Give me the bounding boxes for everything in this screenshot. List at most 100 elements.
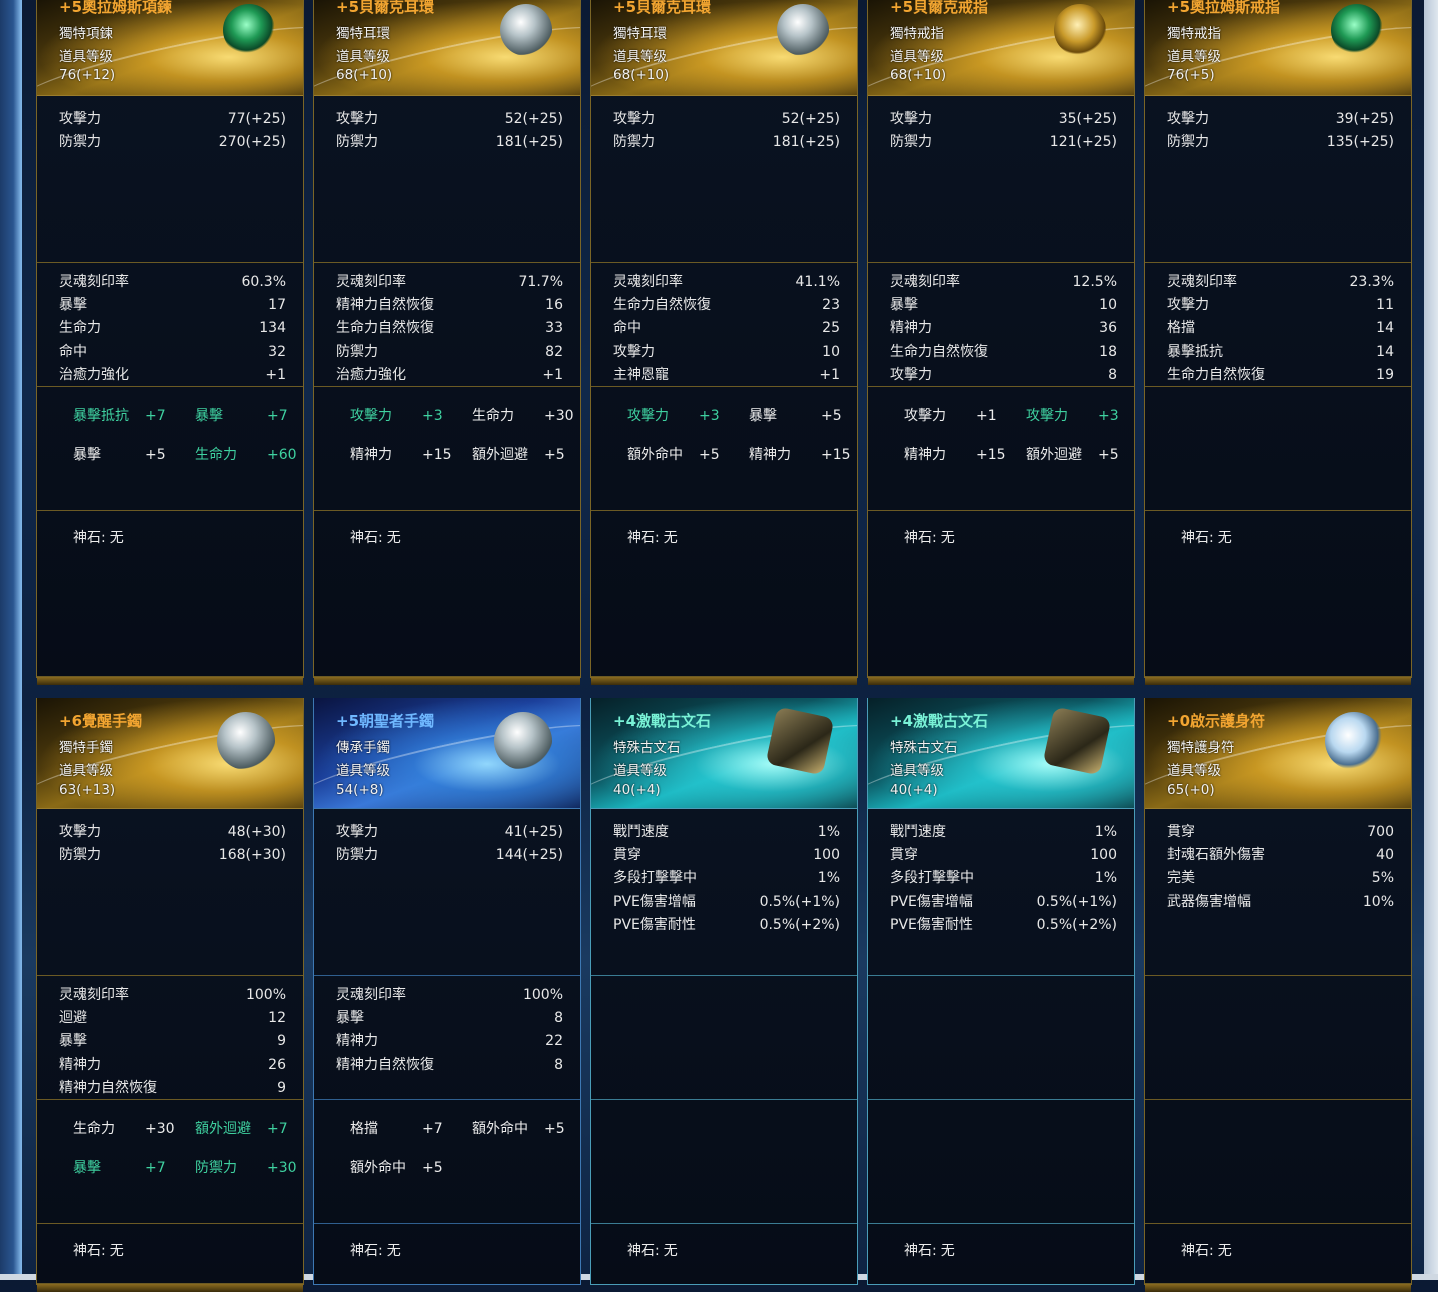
stat-value: 181(+25) <box>495 134 563 151</box>
stat-value: 10% <box>1362 893 1394 910</box>
enchant-row: 暴擊 +5 生命力 +60 <box>73 443 297 482</box>
soul-stat-row: 精神力 22 <box>336 1030 563 1053</box>
item-level-label: 道具等级 <box>1167 49 1221 65</box>
enchant-section <box>1145 1100 1411 1224</box>
enchant-row: 攻擊力 +3 生命力 +30 <box>350 404 574 443</box>
earring-icon[interactable] <box>777 4 829 56</box>
equipment-card[interactable]: +5奧拉姆斯戒指 獨特戒指 道具等级 76(+5) 攻擊力 39(+25) 防禦力 135(+… <box>1144 0 1412 685</box>
item-level-label: 道具等级 <box>336 763 390 779</box>
equipment-card[interactable]: +5貝爾克戒指 獨特戒指 道具等级 68(+10) 攻擊力 35(+25) 防禦力 121(+… <box>867 0 1135 685</box>
ring-icon[interactable] <box>1054 4 1106 56</box>
stat-name: 多段打擊擊中 <box>613 870 697 887</box>
equipment-card[interactable]: +5貝爾克耳環 獨特耳環 道具等级 68(+10) 攻擊力 52(+25) 防禦力 181(+… <box>590 0 858 685</box>
stat-name: 防禦力 <box>336 847 378 864</box>
soul-imprint-section: 灵魂刻印率 12.5% 暴擊 10 精神力 36 生命力自然恢復 18 攻擊力 8 <box>868 263 1134 387</box>
item-title: +4激戰古文石 <box>613 712 712 730</box>
enchant-value: +15 <box>422 447 452 463</box>
enchant-name: 額外迴避 <box>472 447 528 463</box>
stat-row: PVE傷害耐性 0.5%(+2%) <box>890 914 1117 937</box>
card-bottom-bar <box>868 677 1134 685</box>
item-level: 68(+10) <box>890 67 947 83</box>
soul-stat-row: 攻擊力 11 <box>1167 294 1394 317</box>
enchant-name: 暴擊抵抗 <box>73 408 129 424</box>
rune-icon[interactable] <box>765 706 835 776</box>
god-stone-section: 神石: 无 <box>314 511 580 677</box>
soul-stat-name: 防禦力 <box>336 343 378 360</box>
soul-stat-value: 9 <box>277 1079 286 1096</box>
stat-name: 武器傷害增幅 <box>1167 893 1251 910</box>
god-stone-value: 无 <box>109 530 124 546</box>
enchant-name: 攻擊力 <box>904 408 946 424</box>
god-stone-value: 无 <box>386 530 401 546</box>
soul-stat-name: 迴避 <box>59 1010 87 1027</box>
enchant-value: +5 <box>544 1121 565 1137</box>
equipment-card[interactable]: +6覺醒手鐲 獨特手鐲 道具等级 63(+13) 攻擊力 48(+30) 防禦力 168(+3… <box>36 698 304 1292</box>
stat-value: 168(+30) <box>218 847 286 864</box>
stat-name: 多段打擊擊中 <box>890 870 974 887</box>
stat-row: 防禦力 181(+25) <box>336 131 563 154</box>
equipment-card[interactable]: +4激戰古文石 特殊古文石 道具等级 40(+4) 戰鬥速度 1% 貫穿 100 多段打擊擊中 1… <box>590 698 858 1285</box>
enchant-name: 攻擊力 <box>627 408 669 424</box>
item-header: +5奧拉姆斯戒指 獨特戒指 道具等级 76(+5) <box>1145 0 1411 96</box>
necklace-icon[interactable] <box>223 4 275 56</box>
item-level-label: 道具等级 <box>1167 763 1221 779</box>
soul-imprint-section <box>868 976 1134 1100</box>
god-stone-section: 神石: 无 <box>37 511 303 677</box>
stat-name: PVE傷害耐性 <box>890 916 973 933</box>
base-stats-section: 戰鬥速度 1% 貫穿 100 多段打擊擊中 1% PVE傷害增幅 0.5%(+1%) PVE傷害… <box>868 809 1134 976</box>
bracelet-icon[interactable] <box>217 712 275 770</box>
enchant-section <box>1145 387 1411 511</box>
base-stats-section: 攻擊力 52(+25) 防禦力 181(+25) <box>591 96 857 263</box>
item-type: 特殊古文石 <box>890 740 958 756</box>
soul-imprint-section: 灵魂刻印率 23.3% 攻擊力 11 格擋 14 暴擊抵抗 14 生命力自然恢復 19 <box>1145 263 1411 387</box>
equipment-card[interactable]: +5朝聖者手鐲 傳承手鐲 道具等级 54(+8) 攻擊力 41(+25) 防禦力 144(+2… <box>313 698 581 1285</box>
enchant-section: 攻擊力 +3 暴擊 +5 額外命中 +5 精神力 +15 <box>591 387 857 511</box>
stat-value: 121(+25) <box>1049 134 1117 151</box>
soul-stat-row: 暴擊 10 <box>890 294 1117 317</box>
stat-value: 5% <box>1371 870 1394 887</box>
equipment-card[interactable]: +5貝爾克耳環 獨特耳環 道具等级 68(+10) 攻擊力 52(+25) 防禦力 181(+… <box>313 0 581 685</box>
ring-icon[interactable] <box>1331 4 1383 56</box>
stat-name: 防禦力 <box>890 134 932 151</box>
god-stone-label: 神石: <box>1181 1243 1214 1259</box>
stat-value: 1% <box>1094 824 1117 840</box>
item-level-label: 道具等级 <box>59 49 113 65</box>
soul-stat-row: 治癒力強化 +1 <box>336 364 563 387</box>
enchant-name: 暴擊 <box>73 447 101 463</box>
item-header: +6覺醒手鐲 獨特手鐲 道具等级 63(+13) <box>37 698 303 809</box>
enchant-value: +5 <box>1098 447 1119 463</box>
soul-stat-value: 33 <box>545 320 563 337</box>
god-stone-section: 神石: 无 <box>591 511 857 677</box>
equipment-card[interactable]: +0啟示護身符 獨特護身符 道具等级 65(+0) 貫穿 700 封魂石額外傷害 40 完美 5%… <box>1144 698 1412 1292</box>
stat-name: 貫穿 <box>890 847 918 864</box>
item-type: 傳承手鐲 <box>336 740 390 756</box>
soul-stat-name: 生命力自然恢復 <box>890 343 988 360</box>
soul-stat-value: +1 <box>819 366 840 383</box>
soul-stat-name: 攻擊力 <box>890 366 932 383</box>
stat-value: 135(+25) <box>1326 134 1394 151</box>
enchant-name: 額外命中 <box>350 1160 406 1176</box>
god-stone-value: 无 <box>663 1243 678 1259</box>
stat-name: 攻擊力 <box>613 111 655 127</box>
bracelet-icon[interactable] <box>494 712 552 770</box>
stat-value: 100 <box>813 847 840 864</box>
enchant-entry: 額外命中 +5 <box>627 443 749 482</box>
enchant-row: 格擋 +7 額外命中 +5 <box>350 1117 566 1156</box>
right-scrollbar[interactable] <box>1424 0 1438 1280</box>
amulet-icon[interactable] <box>1325 712 1383 770</box>
god-stone-section: 神石: 无 <box>868 1224 1134 1284</box>
item-type: 獨特戒指 <box>890 26 944 42</box>
stat-row: 攻擊力 41(+25) <box>336 821 563 844</box>
soul-stat-value: 71.7% <box>518 274 563 290</box>
equipment-card[interactable]: +5奧拉姆斯項鍊 獨特項鍊 道具等级 76(+12) 攻擊力 77(+25) 防禦力 270(… <box>36 0 304 685</box>
enchant-name: 生命力 <box>73 1121 115 1137</box>
soul-stat-name: 灵魂刻印率 <box>59 987 129 1003</box>
equipment-card[interactable]: +4激戰古文石 特殊古文石 道具等级 40(+4) 戰鬥速度 1% 貫穿 100 多段打擊擊中 1… <box>867 698 1135 1285</box>
earring-icon[interactable] <box>500 4 552 56</box>
soul-stat-name: 命中 <box>59 343 87 360</box>
enchant-name: 額外命中 <box>627 447 683 463</box>
soul-stat-value: 14 <box>1376 320 1394 337</box>
enchant-entry: 格擋 +7 <box>350 1117 472 1156</box>
rune-icon[interactable] <box>1042 706 1112 776</box>
soul-stat-value: 41.1% <box>795 274 840 290</box>
